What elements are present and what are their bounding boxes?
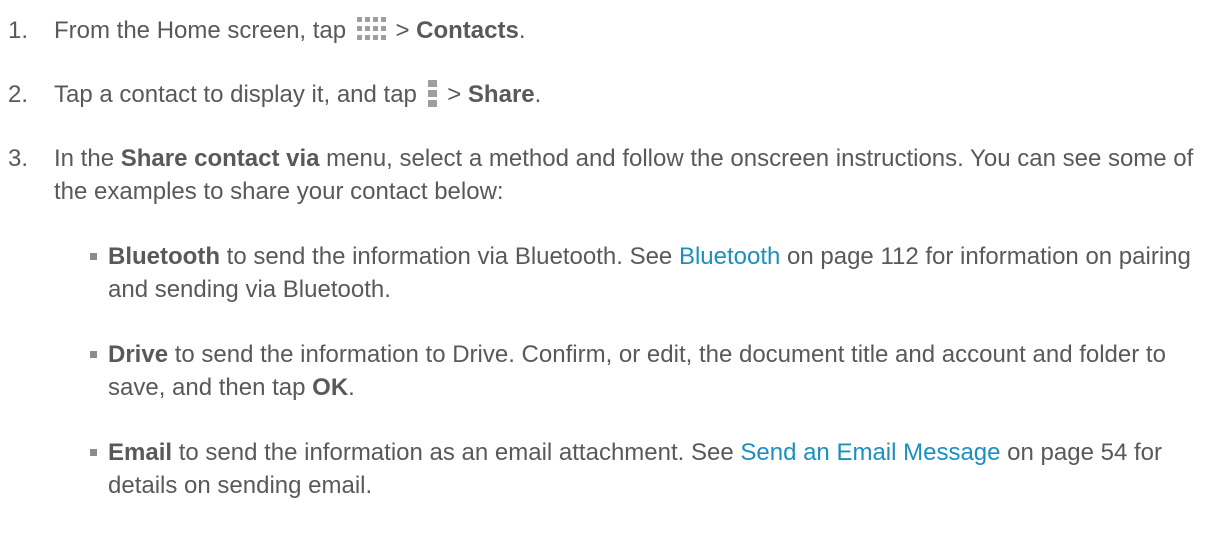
step-number: 1. bbox=[8, 17, 29, 44]
share-contact-via-label: Share contact via bbox=[120, 145, 320, 172]
bullet-text: Email to send the information as an emai… bbox=[108, 439, 1162, 499]
apps-grid-icon bbox=[356, 17, 386, 40]
bullet-marker bbox=[90, 449, 97, 456]
step-text: In the Share contact via menu, select a … bbox=[54, 145, 1194, 205]
bluetooth-link[interactable]: Bluetooth bbox=[679, 243, 780, 270]
step-text: Tap a contact to display it, and tap > S… bbox=[54, 80, 542, 108]
bullet-text: Bluetooth to send the information via Bl… bbox=[108, 243, 1191, 303]
menu-dots-icon bbox=[427, 80, 437, 107]
step-text: From the Home screen, tap > Contacts. bbox=[54, 17, 526, 44]
bullet-term: Bluetooth bbox=[108, 243, 220, 270]
list-item: Drive to send the information to Drive. … bbox=[54, 338, 1196, 404]
share-label: Share bbox=[467, 81, 535, 108]
list-item: Bluetooth to send the information via Bl… bbox=[54, 240, 1196, 306]
step-3: 3. In the Share contact via menu, select… bbox=[0, 142, 1196, 208]
contacts-label: Contacts bbox=[416, 17, 519, 44]
bullet-term: Email bbox=[108, 439, 173, 466]
step-number: 3. bbox=[8, 145, 29, 172]
bullet-marker bbox=[90, 351, 97, 358]
bullet-term: Drive bbox=[108, 341, 169, 368]
bullet-text: Drive to send the information to Drive. … bbox=[108, 341, 1166, 401]
step-number: 2. bbox=[8, 81, 29, 108]
ok-label: OK bbox=[312, 374, 349, 401]
send-email-message-link[interactable]: Send an Email Message bbox=[740, 439, 1000, 466]
step-2: 2. Tap a contact to display it, and tap … bbox=[0, 78, 1196, 111]
list-item: Email to send the information as an emai… bbox=[54, 436, 1196, 502]
bullet-marker bbox=[90, 253, 97, 260]
step-1: 1. From the Home screen, tap > Contacts. bbox=[0, 14, 1196, 47]
